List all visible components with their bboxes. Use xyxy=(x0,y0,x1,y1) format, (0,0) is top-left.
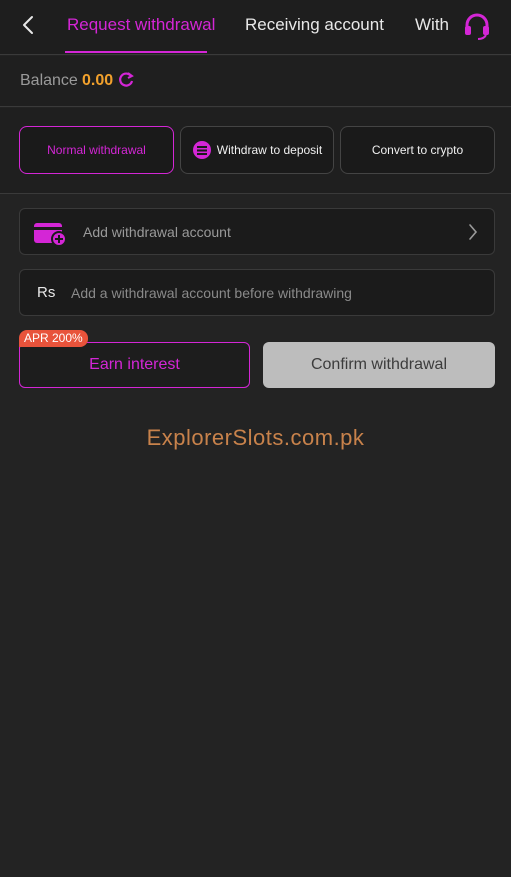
convert-to-crypto-button[interactable]: Convert to crypto xyxy=(340,126,495,174)
earn-interest-button[interactable]: Earn interest xyxy=(19,342,250,388)
tab-withdrawal-records[interactable]: With xyxy=(415,15,449,35)
back-button[interactable] xyxy=(16,12,40,38)
add-account-label: Add withdrawal account xyxy=(83,224,231,240)
balance-row: Balance 0.00 xyxy=(0,56,511,107)
apr-badge: APR 200% xyxy=(19,330,88,347)
refresh-icon[interactable] xyxy=(117,71,135,89)
earn-interest-label: Earn interest xyxy=(89,356,180,373)
amount-input[interactable] xyxy=(71,280,481,306)
support-button[interactable] xyxy=(461,10,493,42)
tab-receiving-account[interactable]: Receiving account xyxy=(245,15,384,35)
withdraw-to-deposit-button[interactable]: Withdraw to deposit xyxy=(180,126,334,174)
normal-withdrawal-button[interactable]: Normal withdrawal xyxy=(19,126,174,174)
withdrawal-mode-selector: Normal withdrawal Withdraw to deposit Co… xyxy=(0,108,511,194)
currency-label: Rs xyxy=(37,284,56,301)
watermark-text: ExplorerSlots.com.pk xyxy=(146,425,365,450)
chevron-right-icon xyxy=(469,224,478,240)
chevron-left-icon xyxy=(23,16,33,34)
amount-field: Rs xyxy=(19,269,495,316)
tab-request-withdrawal[interactable]: Request withdrawal xyxy=(67,15,215,35)
balance-label: Balance xyxy=(20,72,78,89)
mode-label: Convert to crypto xyxy=(371,143,464,157)
confirm-withdrawal-button[interactable]: Confirm withdrawal xyxy=(263,342,495,388)
mode-label: Withdraw to deposit xyxy=(216,143,323,157)
deposit-icon xyxy=(192,140,212,160)
wallet-add-icon xyxy=(34,223,67,246)
confirm-withdrawal-label: Confirm withdrawal xyxy=(310,356,448,373)
balance-value: 0.00 xyxy=(82,72,114,89)
top-nav-bar: Request withdrawal Receiving account Wit… xyxy=(0,0,511,55)
active-tab-indicator xyxy=(65,51,207,53)
mode-label: Normal withdrawal xyxy=(47,143,146,157)
add-withdrawal-account-field[interactable]: Add withdrawal account xyxy=(19,208,495,255)
headset-icon xyxy=(465,13,489,40)
